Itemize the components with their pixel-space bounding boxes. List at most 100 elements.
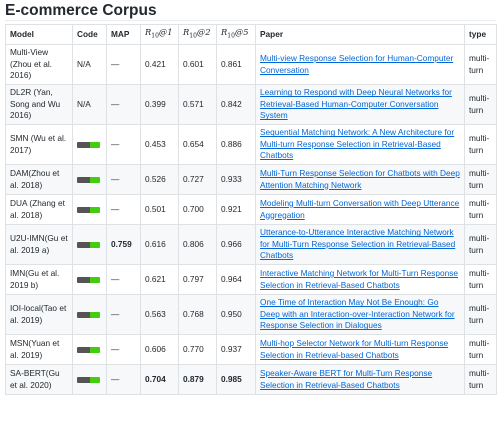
table-row: DUA (Zhang et al. 2018) — 0.501 0.700 0.… bbox=[5, 194, 497, 225]
r2-cell: 0.768 bbox=[178, 294, 217, 335]
code-cell[interactable] bbox=[72, 334, 107, 365]
r2-cell: 0.727 bbox=[178, 164, 217, 195]
official-code-badge-icon[interactable] bbox=[77, 141, 100, 148]
map-cell: — bbox=[106, 164, 141, 195]
header-type: type bbox=[464, 24, 497, 45]
r1-cell: 0.453 bbox=[140, 124, 179, 165]
model-cell: DL2R (Yan, Song and Wu 2016) bbox=[5, 84, 73, 125]
official-code-badge-icon[interactable] bbox=[77, 241, 100, 248]
map-cell: — bbox=[106, 84, 141, 125]
paper-link[interactable]: Modeling Multi-turn Conversation with De… bbox=[260, 198, 459, 220]
paper-cell: Multi-view Response Selection for Human-… bbox=[255, 44, 465, 85]
model-cell: U2U-IMN(Gu et al. 2019 a) bbox=[5, 224, 73, 265]
r1-cell: 0.616 bbox=[140, 224, 179, 265]
table-row: SMN (Wu et al. 2017) — 0.453 0.654 0.886… bbox=[5, 124, 497, 165]
paper-cell: Learning to Respond with Deep Neural Net… bbox=[255, 84, 465, 125]
table-row: U2U-IMN(Gu et al. 2019 a) 0.759 0.616 0.… bbox=[5, 224, 497, 265]
table-row: Multi-View (Zhou et al. 2016) N/A — 0.42… bbox=[5, 44, 497, 85]
official-code-badge-icon[interactable] bbox=[77, 311, 100, 318]
code-cell: N/A bbox=[72, 44, 107, 85]
header-r10-at-2: R10@2 bbox=[178, 24, 217, 45]
code-cell[interactable] bbox=[72, 194, 107, 225]
code-cell[interactable] bbox=[72, 124, 107, 165]
map-cell: — bbox=[106, 364, 141, 395]
type-cell: multi-turn bbox=[464, 334, 497, 365]
paper-link[interactable]: Learning to Respond with Deep Neural Net… bbox=[260, 87, 452, 120]
type-cell: multi-turn bbox=[464, 194, 497, 225]
map-cell: 0.759 bbox=[106, 224, 141, 265]
type-cell: multi-turn bbox=[464, 264, 497, 295]
paper-link[interactable]: One Time of Interaction May Not Be Enoug… bbox=[260, 297, 455, 330]
r5-cell: 0.950 bbox=[216, 294, 256, 335]
r5-cell: 0.886 bbox=[216, 124, 256, 165]
map-cell: — bbox=[106, 294, 141, 335]
type-cell: multi-turn bbox=[464, 124, 497, 165]
table-row: MSN(Yuan et al. 2019) — 0.606 0.770 0.93… bbox=[5, 334, 497, 365]
header-model: Model bbox=[5, 24, 73, 45]
r5-cell: 0.921 bbox=[216, 194, 256, 225]
r5-cell: 0.861 bbox=[216, 44, 256, 85]
model-cell: IOI-local(Tao et al. 2019) bbox=[5, 294, 73, 335]
paper-link[interactable]: Interactive Matching Network for Multi-T… bbox=[260, 268, 458, 290]
paper-link[interactable]: Multi-Turn Response Selection for Chatbo… bbox=[260, 168, 460, 190]
paper-link[interactable]: Sequential Matching Network: A New Archi… bbox=[260, 127, 454, 160]
results-table: Model Code MAP R10@1 R10@2 R10@5 Paper t… bbox=[5, 24, 497, 395]
official-code-badge-icon[interactable] bbox=[77, 346, 100, 353]
table-row: IMN(Gu et al. 2019 b) — 0.621 0.797 0.96… bbox=[5, 264, 497, 295]
table-row: DAM(Zhou et al. 2018) — 0.526 0.727 0.93… bbox=[5, 164, 497, 195]
r1-cell: 0.526 bbox=[140, 164, 179, 195]
code-cell[interactable] bbox=[72, 294, 107, 335]
paper-link[interactable]: Speaker-Aware BERT for Multi-Turn Respon… bbox=[260, 368, 432, 390]
map-cell: — bbox=[106, 124, 141, 165]
r5-cell: 0.842 bbox=[216, 84, 256, 125]
r2-cell: 0.770 bbox=[178, 334, 217, 365]
type-cell: multi-turn bbox=[464, 84, 497, 125]
paper-link[interactable]: Utterance-to-Utterance Interactive Match… bbox=[260, 227, 455, 260]
metric-label: R10@2 bbox=[183, 26, 211, 40]
code-cell[interactable] bbox=[72, 224, 107, 265]
r5-cell: 0.966 bbox=[216, 224, 256, 265]
r2-cell: 0.879 bbox=[178, 364, 217, 395]
table-row: DL2R (Yan, Song and Wu 2016) N/A — 0.399… bbox=[5, 84, 497, 125]
paper-cell: Sequential Matching Network: A New Archi… bbox=[255, 124, 465, 165]
paper-cell: One Time of Interaction May Not Be Enoug… bbox=[255, 294, 465, 335]
r5-cell: 0.964 bbox=[216, 264, 256, 295]
paper-link[interactable]: Multi-view Response Selection for Human-… bbox=[260, 53, 453, 75]
r2-cell: 0.571 bbox=[178, 84, 217, 125]
official-code-badge-icon[interactable] bbox=[77, 206, 100, 213]
map-cell: — bbox=[106, 194, 141, 225]
r2-cell: 0.700 bbox=[178, 194, 217, 225]
metric-label: R10@5 bbox=[221, 26, 249, 40]
r1-cell: 0.421 bbox=[140, 44, 179, 85]
code-cell[interactable] bbox=[72, 364, 107, 395]
map-cell: — bbox=[106, 334, 141, 365]
type-cell: multi-turn bbox=[464, 224, 497, 265]
header-r10-at-1: R10@1 bbox=[140, 24, 179, 45]
header-map: MAP bbox=[106, 24, 141, 45]
official-code-badge-icon[interactable] bbox=[77, 276, 100, 283]
type-cell: multi-turn bbox=[464, 44, 497, 85]
code-cell[interactable] bbox=[72, 164, 107, 195]
model-cell: DAM(Zhou et al. 2018) bbox=[5, 164, 73, 195]
r2-cell: 0.601 bbox=[178, 44, 217, 85]
r5-cell: 0.937 bbox=[216, 334, 256, 365]
official-code-badge-icon[interactable] bbox=[77, 176, 100, 183]
r1-cell: 0.621 bbox=[140, 264, 179, 295]
r2-cell: 0.654 bbox=[178, 124, 217, 165]
model-cell: IMN(Gu et al. 2019 b) bbox=[5, 264, 73, 295]
code-cell[interactable] bbox=[72, 264, 107, 295]
r2-cell: 0.806 bbox=[178, 224, 217, 265]
header-paper: Paper bbox=[255, 24, 465, 45]
paper-link[interactable]: Multi-hop Selector Network for Multi-tur… bbox=[260, 338, 448, 360]
type-cell: multi-turn bbox=[464, 364, 497, 395]
model-cell: SA-BERT(Gu et al. 2020) bbox=[5, 364, 73, 395]
metric-label: R10@1 bbox=[145, 26, 173, 40]
r2-cell: 0.797 bbox=[178, 264, 217, 295]
table-header-row: Model Code MAP R10@1 R10@2 R10@5 Paper t… bbox=[5, 24, 497, 45]
table-row: IOI-local(Tao et al. 2019) — 0.563 0.768… bbox=[5, 294, 497, 335]
model-cell: Multi-View (Zhou et al. 2016) bbox=[5, 44, 73, 85]
r5-cell: 0.985 bbox=[216, 364, 256, 395]
official-code-badge-icon[interactable] bbox=[77, 376, 100, 383]
section-title: E-commerce Corpus bbox=[5, 0, 496, 21]
table-row: SA-BERT(Gu et al. 2020) — 0.704 0.879 0.… bbox=[5, 364, 497, 395]
